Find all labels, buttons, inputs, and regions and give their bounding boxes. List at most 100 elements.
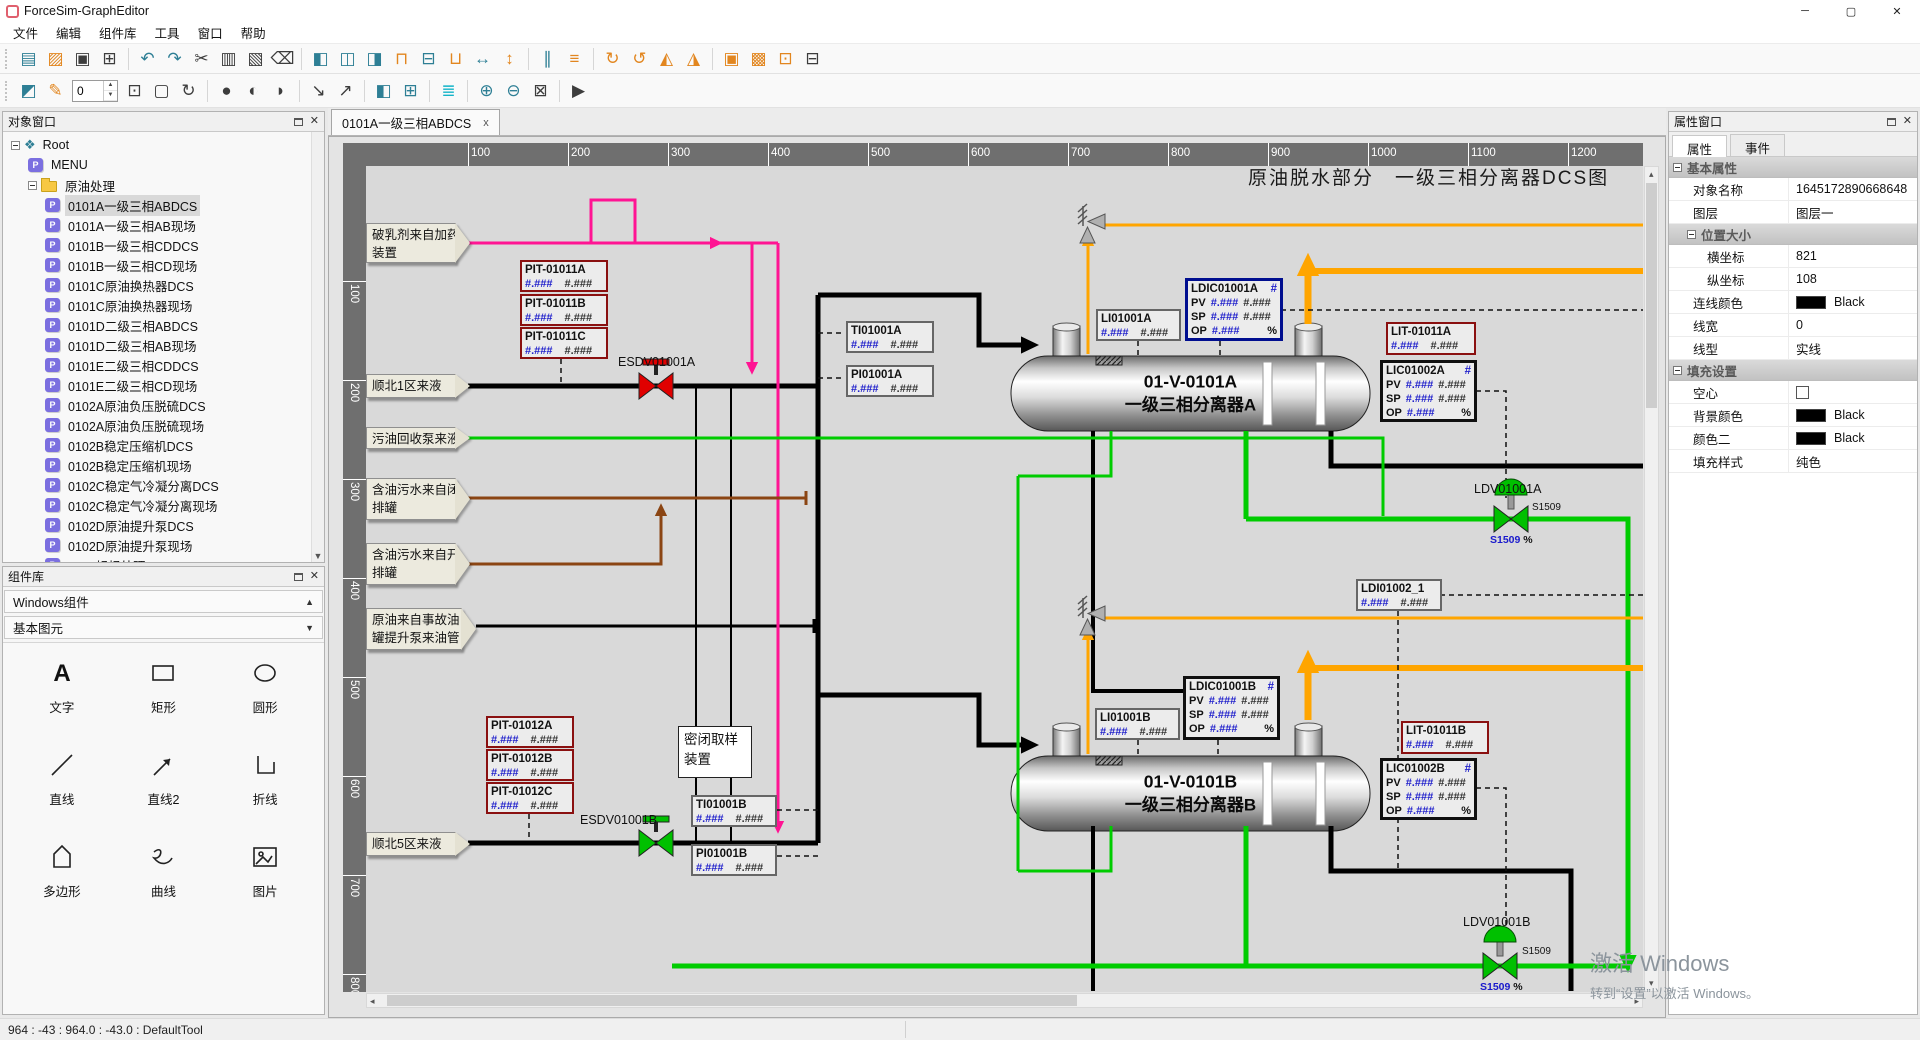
menu-item-1[interactable]: 编辑 <box>47 21 90 44</box>
align-top-button[interactable]: ⊓ <box>388 46 415 71</box>
rotate-cw-90-button[interactable]: ↻ <box>599 46 626 71</box>
open-file-button[interactable]: ▨ <box>42 46 69 71</box>
instrument-TI01001A[interactable]: TI01001A#.####.### <box>846 321 934 353</box>
property-row-横坐标[interactable]: 横坐标821 <box>1669 245 1917 268</box>
property-row-对象名称[interactable]: 对象名称1645172890668648 <box>1669 178 1917 201</box>
property-value[interactable]: Black <box>1789 431 1865 445</box>
property-value[interactable]: 图层一 <box>1789 203 1834 222</box>
copy-button[interactable]: ▥ <box>215 46 242 71</box>
instrument-LIC01002B[interactable]: LIC01002B#PV#.####.###SP#.####.###OP#.##… <box>1380 758 1477 820</box>
instrument-LI01001B[interactable]: LI01001B#.####.### <box>1095 708 1180 740</box>
vertical-scrollbar[interactable]: ▴▾ <box>1644 166 1659 992</box>
flow-label[interactable]: 破乳剂来自加药装置 <box>366 223 456 263</box>
library-item-直线[interactable]: 直线 <box>11 749 113 841</box>
instrument-LIC01002A[interactable]: LIC01002A#PV#.####.###SP#.####.###OP#.##… <box>1380 360 1477 422</box>
horizontal-scrollbar[interactable]: ◂▸ <box>366 993 1643 1008</box>
checkbox[interactable] <box>1796 386 1809 399</box>
drawing-surface[interactable]: 01-V-0101A一级三相分离器A01-V-0101B一级三相分离器B原油脱水… <box>366 166 1643 992</box>
property-value[interactable]: Black <box>1789 295 1865 309</box>
tab-events[interactable]: 事件 <box>1730 134 1785 156</box>
import-button[interactable]: ↘ <box>305 78 332 103</box>
close-panel-icon[interactable]: ✕ <box>310 571 319 582</box>
flow-label[interactable]: 含油污水来自开排罐 <box>366 543 456 585</box>
flow-label[interactable]: 污油回收泵来液 <box>366 427 456 449</box>
tree-item-0102B稳定压缩机现场[interactable]: P0102B稳定压缩机现场 <box>3 455 324 475</box>
minimize-button[interactable]: ─ <box>1782 0 1828 22</box>
align-left-button[interactable]: ◧ <box>307 46 334 71</box>
align-middle-button[interactable]: ⊟ <box>415 46 442 71</box>
tree-item-0101D二级三相ABDCS[interactable]: P0101D二级三相ABDCS <box>3 315 324 335</box>
save-all-button[interactable]: ⊞ <box>96 46 123 71</box>
property-value[interactable]: Black <box>1789 408 1865 422</box>
stepper-arrows[interactable]: ▲▼ <box>103 81 117 101</box>
float-panel-icon[interactable] <box>294 573 303 581</box>
flow-label[interactable]: 顺北1区来液 <box>366 374 456 398</box>
tree-scrollbar[interactable]: ▼ <box>311 132 324 562</box>
library-item-多边形[interactable]: 多边形 <box>11 841 113 933</box>
instrument-PI01001A[interactable]: PI01001A#.####.### <box>846 365 934 397</box>
send-backward-button[interactable]: ⊟ <box>799 46 826 71</box>
library-group-basic[interactable]: 基本图元 ▼ <box>4 616 323 639</box>
tree-item-0101B一级三相CD现场[interactable]: P0101B一级三相CD现场 <box>3 255 324 275</box>
instrument-LI01001A[interactable]: LI01001A#.####.### <box>1096 309 1181 341</box>
collapse-icon[interactable] <box>1687 230 1696 239</box>
tree-item-0101A一级三相AB现场[interactable]: P0101A一级三相AB现场 <box>3 215 324 235</box>
property-value[interactable] <box>1789 386 1809 399</box>
library-item-曲线[interactable]: 曲线 <box>113 841 215 933</box>
zoom-fit-button[interactable]: ⊠ <box>527 78 554 103</box>
select-bounds-button[interactable]: ▢ <box>148 78 175 103</box>
instrument-PIT-01011C[interactable]: PIT-01011C#.####.### <box>520 327 608 359</box>
library-group-windows[interactable]: Windows组件 ▲ <box>4 590 323 613</box>
tree-item-0102C稳定气冷凝分离DCS[interactable]: P0102C稳定气冷凝分离DCS <box>3 475 324 495</box>
union-button[interactable]: ● <box>213 78 240 103</box>
instrument-LDIC01001B[interactable]: LDIC01001B#PV#.####.###SP#.####.###OP#.#… <box>1183 676 1280 740</box>
undo-button[interactable]: ↶ <box>134 46 161 71</box>
flip-horizontal-button[interactable]: ◭ <box>653 46 680 71</box>
delete-button[interactable]: ⌫ <box>269 46 296 71</box>
menu-item-4[interactable]: 窗口 <box>189 21 232 44</box>
tree-item-0101D二级三相AB现场[interactable]: P0101D二级三相AB现场 <box>3 335 324 355</box>
instrument-LDIC01001A[interactable]: LDIC01001A#PV#.####.###SP#.####.###OP#.#… <box>1185 278 1283 341</box>
bring-to-front-button[interactable]: ▣ <box>718 46 745 71</box>
tree-item-0101A一级三相ABDCS[interactable]: P0101A一级三相ABDCS <box>3 195 324 215</box>
subtract-button[interactable]: ◗ <box>267 78 294 103</box>
tree-item-原油处理[interactable]: 原油处理 <box>3 175 324 195</box>
align-bottom-button[interactable]: ⊔ <box>442 46 469 71</box>
tree-item-0101C原油换热器现场[interactable]: P0101C原油换热器现场 <box>3 295 324 315</box>
instrument-PIT-01011A[interactable]: PIT-01011A#.####.### <box>520 260 608 292</box>
property-group-基本属性[interactable]: 基本属性 <box>1669 157 1917 178</box>
expander-minus-icon[interactable] <box>11 141 20 150</box>
tree-item-0102A原油负压脱硫DCS[interactable]: P0102A原油负压脱硫DCS <box>3 395 324 415</box>
menu-item-2[interactable]: 组件库 <box>90 21 146 44</box>
instrument-LIT-01011B[interactable]: LIT-01011B#.####.### <box>1401 721 1489 754</box>
instrument-TI01001B[interactable]: TI01001B#.####.### <box>691 795 777 827</box>
relief-valve-icon[interactable] <box>1078 204 1105 243</box>
tree-item-0101E二级三相CDDCS[interactable]: P0101E二级三相CDDCS <box>3 355 324 375</box>
tab-properties[interactable]: 属性 <box>1672 135 1727 157</box>
redo-button[interactable]: ↷ <box>161 46 188 71</box>
float-panel-icon[interactable] <box>1887 118 1896 126</box>
same-height-button[interactable]: ↕ <box>496 46 523 71</box>
menu-item-5[interactable]: 帮助 <box>232 21 275 44</box>
distribute-h-button[interactable]: ∥ <box>534 46 561 71</box>
tree-item-0101E二级三相CD现场[interactable]: P0101E二级三相CD现场 <box>3 375 324 395</box>
rotate-ccw-90-button[interactable]: ↺ <box>626 46 653 71</box>
align-right-button[interactable]: ◨ <box>361 46 388 71</box>
close-panel-icon[interactable]: ✕ <box>1903 116 1912 127</box>
new-file-button[interactable]: ▤ <box>15 46 42 71</box>
sampler-box[interactable]: 密闭取样装置 <box>678 726 752 778</box>
maximize-button[interactable]: ▢ <box>1828 0 1874 22</box>
pen-color-button[interactable]: ✎ <box>42 78 69 103</box>
property-row-图层[interactable]: 图层图层一 <box>1669 201 1917 224</box>
close-panel-icon[interactable]: ✕ <box>310 116 319 127</box>
tree-item-0102A原油负压脱硫现场[interactable]: P0102A原油负压脱硫现场 <box>3 415 324 435</box>
rotate-bounds-button[interactable]: ↻ <box>175 78 202 103</box>
property-group-填充设置[interactable]: 填充设置 <box>1669 360 1917 381</box>
property-row-线宽[interactable]: 线宽0 <box>1669 314 1917 337</box>
library-item-直线2[interactable]: 直线2 <box>113 749 215 841</box>
expander-minus-icon[interactable] <box>28 181 37 190</box>
instrument-PIT-01012A[interactable]: PIT-01012A#.####.### <box>486 716 574 748</box>
line-width-input[interactable] <box>73 81 103 101</box>
menu-item-0[interactable]: 文件 <box>4 21 47 44</box>
send-to-back-button[interactable]: ▩ <box>745 46 772 71</box>
